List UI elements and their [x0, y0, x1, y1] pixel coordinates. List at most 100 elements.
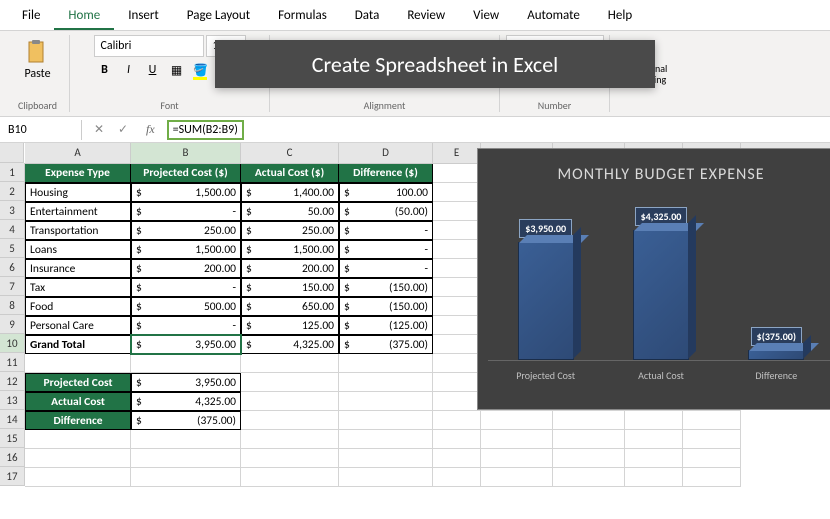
table-header[interactable]: Expense Type [25, 164, 131, 183]
summary-value[interactable]: $(375.00) [131, 411, 241, 430]
col-head-D[interactable]: D [339, 143, 433, 163]
col-head-E[interactable]: E [433, 143, 481, 163]
cell[interactable] [683, 430, 741, 449]
col-head-B[interactable]: B [131, 143, 241, 163]
row-head-2[interactable]: 2 [0, 182, 24, 201]
row-head-11[interactable]: 11 [0, 353, 24, 372]
cell[interactable] [433, 259, 481, 278]
row-head-6[interactable]: 6 [0, 258, 24, 277]
cell[interactable] [683, 411, 741, 430]
expense-type[interactable]: Tax [25, 278, 131, 297]
cell[interactable] [481, 468, 553, 487]
summary-value[interactable]: $4,325.00 [131, 392, 241, 411]
grand-total-diff[interactable]: $(375.00) [339, 335, 433, 354]
cell[interactable] [553, 411, 625, 430]
difference[interactable]: $- [339, 259, 433, 278]
expense-type[interactable]: Personal Care [25, 316, 131, 335]
expense-type[interactable]: Insurance [25, 259, 131, 278]
difference[interactable]: $- [339, 221, 433, 240]
summary-label[interactable]: Actual Cost [25, 392, 131, 411]
cell[interactable] [241, 430, 339, 449]
fill-color-button[interactable]: 🪣 [190, 59, 212, 81]
underline-button[interactable]: U [142, 59, 164, 81]
cell[interactable] [625, 411, 683, 430]
chart[interactable]: MONTHLY BUDGET EXPENSE $3,950.00$4,325.0… [477, 148, 830, 410]
cell[interactable] [241, 468, 339, 487]
cell[interactable] [481, 449, 553, 468]
row-head-17[interactable]: 17 [0, 467, 24, 486]
cell[interactable] [625, 430, 683, 449]
cell[interactable] [25, 354, 131, 373]
difference[interactable]: $(150.00) [339, 297, 433, 316]
name-box[interactable]: B10 [0, 120, 82, 140]
grand-total-projected[interactable]: $3,950.00 [131, 335, 241, 354]
actual-cost[interactable]: $1,500.00 [241, 240, 339, 259]
cell[interactable] [25, 449, 131, 468]
actual-cost[interactable]: $50.00 [241, 202, 339, 221]
summary-value[interactable]: $3,950.00 [131, 373, 241, 392]
row-head-13[interactable]: 13 [0, 391, 24, 410]
cell[interactable] [433, 316, 481, 335]
cell[interactable] [433, 164, 481, 183]
cell[interactable] [433, 221, 481, 240]
table-header[interactable]: Actual Cost ($) [241, 164, 339, 183]
col-head-C[interactable]: C [241, 143, 339, 163]
cell[interactable] [339, 373, 433, 392]
row-head-15[interactable]: 15 [0, 429, 24, 448]
cell[interactable] [481, 411, 553, 430]
fx-icon[interactable]: fx [140, 122, 161, 137]
cell[interactable] [433, 449, 481, 468]
cell[interactable] [339, 449, 433, 468]
grand-total-actual[interactable]: $4,325.00 [241, 335, 339, 354]
actual-cost[interactable]: $650.00 [241, 297, 339, 316]
actual-cost[interactable]: $1,400.00 [241, 183, 339, 202]
table-header[interactable]: Projected Cost ($) [131, 164, 241, 183]
difference[interactable]: $(50.00) [339, 202, 433, 221]
cell[interactable] [433, 373, 481, 392]
row-head-16[interactable]: 16 [0, 448, 24, 467]
projected-cost[interactable]: $1,500.00 [131, 240, 241, 259]
cell[interactable] [433, 278, 481, 297]
cell[interactable] [131, 449, 241, 468]
cell[interactable] [683, 449, 741, 468]
row-head-14[interactable]: 14 [0, 410, 24, 429]
cell[interactable] [433, 297, 481, 316]
cell[interactable] [241, 411, 339, 430]
cell[interactable] [131, 468, 241, 487]
tab-formulas[interactable]: Formulas [264, 3, 341, 30]
cell[interactable] [683, 468, 741, 487]
row-head-1[interactable]: 1 [0, 163, 24, 182]
tab-automate[interactable]: Automate [513, 3, 594, 30]
cell[interactable] [553, 430, 625, 449]
actual-cost[interactable]: $200.00 [241, 259, 339, 278]
cell[interactable] [339, 392, 433, 411]
grand-total-label[interactable]: Grand Total [25, 335, 131, 354]
difference[interactable]: $(125.00) [339, 316, 433, 335]
cancel-formula-button[interactable]: ✕ [88, 119, 110, 141]
border-button[interactable]: ▦ [166, 59, 188, 81]
expense-type[interactable]: Food [25, 297, 131, 316]
tab-home[interactable]: Home [54, 3, 114, 30]
cell[interactable] [339, 354, 433, 373]
summary-label[interactable]: Difference [25, 411, 131, 430]
cell[interactable] [625, 449, 683, 468]
col-head-A[interactable]: A [25, 143, 131, 163]
cell[interactable] [433, 183, 481, 202]
projected-cost[interactable]: $250.00 [131, 221, 241, 240]
cell[interactable] [625, 468, 683, 487]
difference[interactable]: $(150.00) [339, 278, 433, 297]
tab-insert[interactable]: Insert [114, 3, 173, 30]
expense-type[interactable]: Housing [25, 183, 131, 202]
expense-type[interactable]: Entertainment [25, 202, 131, 221]
cell[interactable] [433, 468, 481, 487]
projected-cost[interactable]: $- [131, 316, 241, 335]
cell[interactable] [339, 411, 433, 430]
cell[interactable] [339, 468, 433, 487]
italic-button[interactable]: I [118, 59, 140, 81]
cell[interactable] [553, 449, 625, 468]
projected-cost[interactable]: $- [131, 202, 241, 221]
cell[interactable] [433, 240, 481, 259]
cell[interactable] [131, 354, 241, 373]
actual-cost[interactable]: $125.00 [241, 316, 339, 335]
row-head-10[interactable]: 10 [0, 334, 24, 353]
